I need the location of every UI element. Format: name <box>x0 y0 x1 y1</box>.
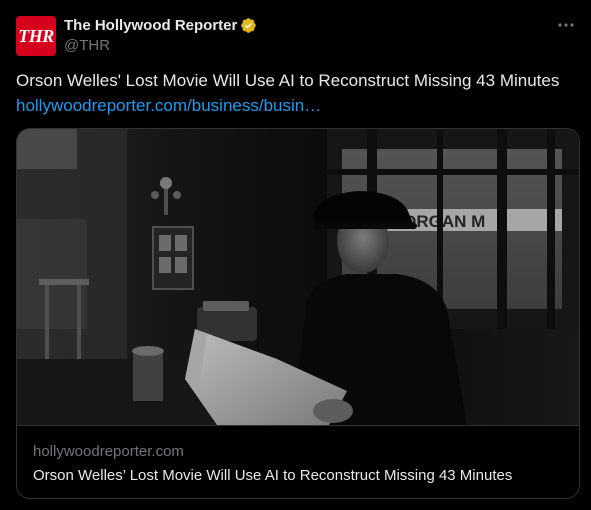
more-horizontal-icon <box>558 23 574 27</box>
author-display-name[interactable]: The Hollywood Reporter <box>64 17 237 34</box>
avatar[interactable]: THR <box>16 16 56 56</box>
card-image[interactable]: MORGAN M <box>17 129 579 425</box>
card-photo: MORGAN M <box>17 129 579 425</box>
author-handle[interactable]: @THR <box>64 37 110 54</box>
author-name-row: The Hollywood Reporter <box>64 15 257 35</box>
more-options-button[interactable] <box>555 14 577 36</box>
card-domain: hollywoodreporter.com <box>33 443 184 460</box>
link-card[interactable]: MORGAN M hollywoodreporter.com Orson Wel… <box>16 128 580 499</box>
card-divider <box>17 425 579 426</box>
tweet-text: Orson Welles' Lost Movie Will Use AI to … <box>16 71 560 90</box>
card-title[interactable]: Orson Welles’ Lost Movie Will Use AI to … <box>33 467 512 484</box>
avatar-logo-text: THR <box>18 25 54 46</box>
tweet-link[interactable]: hollywoodreporter.com/business/busin… <box>16 95 321 117</box>
verified-badge-icon[interactable] <box>240 17 257 34</box>
tweet[interactable]: THR The Hollywood Reporter @THR Orson We… <box>0 0 591 510</box>
